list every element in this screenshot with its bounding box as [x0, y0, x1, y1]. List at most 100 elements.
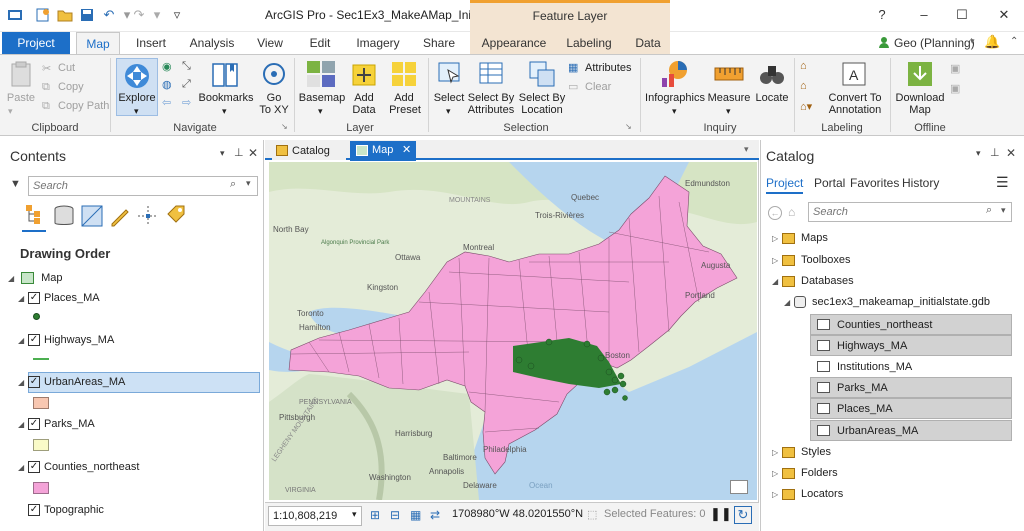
fc-parks-ma[interactable]: Parks_MA [810, 377, 1012, 398]
catalog-item-gdb[interactable]: ◢ sec1ex3_makeamap_initialstate.gdb [784, 292, 990, 313]
maximize-button[interactable]: ☐ [952, 7, 972, 25]
copy-button[interactable]: Copy [58, 81, 84, 94]
filter-icon[interactable]: ▼ [10, 178, 21, 190]
redo-dropdown-icon[interactable]: ▾ [148, 7, 166, 23]
tab-share[interactable]: Share [418, 32, 460, 54]
catalog-tab-history[interactable]: History [902, 176, 939, 190]
direction-icon[interactable]: ⇄ [430, 508, 440, 522]
infographics-dropdown-icon[interactable]: ▾ [672, 106, 677, 117]
layer-visibility-checkbox[interactable]: ✓ [28, 418, 40, 431]
places-symbol[interactable] [33, 313, 40, 320]
home-icon[interactable]: ⌂ [788, 205, 795, 219]
list-by-editing-icon[interactable] [108, 204, 132, 231]
paste-button[interactable]: Paste [4, 92, 38, 105]
collapse-arrow-icon[interactable]: ◢ [18, 457, 28, 478]
tab-map[interactable]: Map [76, 32, 120, 54]
parks-symbol[interactable] [33, 439, 49, 451]
catalog-item-styles[interactable]: ▷ Styles [772, 442, 831, 463]
catalog-item-toolboxes[interactable]: ▷ Toolboxes [772, 250, 851, 271]
counties-symbol[interactable] [33, 482, 49, 494]
attributes-icon[interactable]: ▦ [568, 61, 578, 74]
layer-visibility-checkbox[interactable]: ✓ [28, 504, 40, 517]
layer-visibility-checkbox[interactable]: ✓ [28, 461, 40, 474]
urbanareas-symbol[interactable] [33, 397, 49, 409]
expand-arrow-icon[interactable]: ▷ [772, 442, 782, 463]
tab-labeling[interactable]: Labeling [562, 32, 616, 54]
fc-urbanareas-ma[interactable]: UrbanAreas_MA [810, 420, 1012, 441]
collapse-arrow-icon[interactable]: ◢ [18, 330, 28, 351]
measure-button[interactable]: Measure [706, 92, 752, 105]
catalog-tab-project[interactable]: Project [766, 176, 804, 194]
next-extent-icon[interactable]: ⇨ [182, 96, 191, 109]
selection-launcher-icon[interactable]: ↘ [625, 122, 632, 131]
expand-arrow-icon[interactable]: ▷ [772, 484, 782, 505]
catalog-menu-icon[interactable]: ☰ [996, 174, 1009, 191]
close-window-button[interactable]: ✕ [994, 7, 1014, 25]
catalog-pin-icon[interactable]: ⊥ [990, 146, 1000, 159]
copy-path-button[interactable]: Copy Path [58, 100, 109, 113]
search-dropdown-icon[interactable]: ▾ [1001, 205, 1006, 216]
new-project-icon[interactable] [34, 7, 52, 23]
full-extent-icon[interactable]: ◉ [162, 60, 172, 73]
label-class-icon[interactable]: ⌂ [800, 80, 807, 92]
collapse-arrow-icon[interactable]: ◢ [772, 271, 782, 292]
contents-close-icon[interactable]: ✕ [248, 146, 258, 160]
select-dropdown-icon[interactable]: ▾ [446, 106, 451, 117]
fc-places-ma[interactable]: Places_MA [810, 398, 1012, 419]
help-button[interactable]: ? [872, 7, 892, 25]
fixed-zoom-out-icon[interactable]: ⤢ [182, 78, 191, 91]
sync-icon[interactable]: ▣ [950, 62, 960, 75]
ribbon-collapse-icon[interactable]: ⌃ [1010, 36, 1018, 47]
explore-dropdown-icon[interactable]: ▾ [134, 106, 139, 117]
scale-dropdown-icon[interactable]: ▾ [352, 509, 357, 520]
fc-institutions-ma[interactable]: Institutions_MA [810, 356, 1012, 377]
view-tabs-dropdown-icon[interactable]: ▾ [744, 144, 749, 155]
bookmarks-button[interactable]: Bookmarks [198, 92, 254, 105]
remove-offline-icon[interactable]: ▣ [950, 82, 960, 95]
fc-counties-northeast[interactable]: Counties_northeast [810, 314, 1012, 335]
list-by-drawing-order-icon[interactable] [22, 202, 46, 232]
pause-drawing-icon[interactable]: ❚❚ [710, 506, 732, 522]
catalog-item-locators[interactable]: ▷ Locators [772, 484, 843, 505]
notification-icon[interactable]: 🔔 [984, 34, 1000, 50]
open-project-icon[interactable] [56, 7, 74, 23]
catalog-item-maps[interactable]: ▷ Maps [772, 228, 828, 249]
tab-view[interactable]: View [250, 32, 290, 54]
navigate-launcher-icon[interactable]: ↘ [281, 122, 288, 131]
tab-insert[interactable]: Insert [128, 32, 174, 54]
catalog-item-folders[interactable]: ▷ Folders [772, 463, 838, 484]
label-more-icon[interactable]: ⌂▾ [800, 100, 812, 113]
expand-arrow-icon[interactable]: ▷ [772, 228, 782, 249]
zoom-to-layer-icon[interactable]: ◍ [162, 78, 172, 91]
table-icon[interactable]: ▦ [410, 508, 421, 522]
tab-imagery[interactable]: Imagery [350, 32, 406, 54]
infographics-button[interactable]: Infographics [644, 92, 706, 105]
collapse-arrow-icon[interactable]: ◢ [18, 372, 28, 393]
tab-appearance[interactable]: Appearance [476, 32, 552, 54]
copy-path-icon[interactable]: ⧉ [42, 100, 50, 113]
cut-icon[interactable]: ✂ [42, 62, 51, 75]
paste-dropdown-icon[interactable]: ▾ [8, 106, 13, 117]
attributes-button[interactable]: Attributes [585, 62, 631, 75]
minimize-button[interactable]: – [914, 7, 934, 25]
clear-button[interactable]: Clear [585, 81, 611, 94]
select-button[interactable]: Select [430, 92, 468, 105]
layer-row-urbanareas[interactable]: ◢ ✓ UrbanAreas_MA [18, 372, 125, 393]
tab-edit[interactable]: Edit [302, 32, 338, 54]
basemap-button[interactable]: Basemap [298, 92, 346, 105]
collapse-arrow-icon[interactable]: ◢ [8, 268, 18, 289]
fixed-scale-icon[interactable]: ⊞ [370, 508, 380, 522]
fc-highways-ma[interactable]: Highways_MA [810, 335, 1012, 356]
fixed-zoom-in-icon[interactable]: ⤡ [182, 60, 191, 73]
expand-arrow-icon[interactable]: ▷ [772, 463, 782, 484]
layer-row-topographic[interactable]: ✓ Topographic [28, 500, 104, 521]
grid-toggle-icon[interactable]: ⊟ [390, 508, 400, 522]
user-dropdown-icon[interactable]: ▾ [970, 36, 975, 47]
tab-data[interactable]: Data [628, 32, 668, 54]
catalog-close-icon[interactable]: ✕ [1006, 146, 1016, 160]
customize-toolbar-icon[interactable]: ▿ [168, 7, 186, 23]
contents-pin-icon[interactable]: ⊥ [234, 146, 244, 159]
copy-icon[interactable]: ⧉ [42, 81, 50, 94]
catalog-search-input[interactable] [808, 202, 1012, 222]
tab-project[interactable]: Project [2, 32, 70, 54]
